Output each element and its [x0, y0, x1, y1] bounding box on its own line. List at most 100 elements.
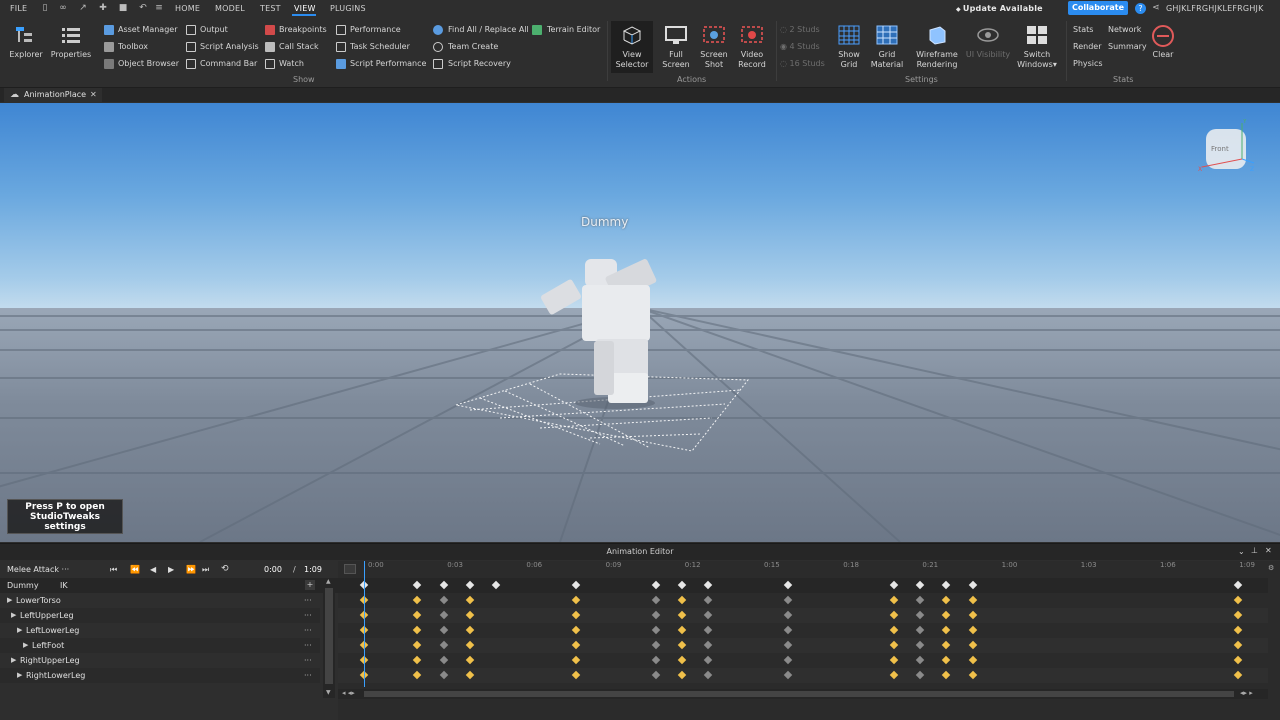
keyframe[interactable] [465, 580, 475, 590]
studs-16-option[interactable]: ◌ 16 Studs [780, 59, 825, 68]
keyframe[interactable] [571, 640, 581, 650]
eye-icon[interactable] [977, 25, 999, 45]
keyframe[interactable] [651, 625, 661, 635]
track-more-icon[interactable]: ··· [304, 623, 312, 638]
grid-material-button[interactable]: Grid Material [866, 50, 908, 70]
output-button[interactable]: Output [200, 25, 228, 34]
save-icon[interactable]: ■ [118, 3, 128, 13]
keyframe[interactable] [439, 610, 449, 620]
wireframe-icon[interactable] [926, 25, 948, 45]
keyframe[interactable] [465, 625, 475, 635]
team-create-button[interactable]: Team Create [448, 42, 498, 51]
keyframe[interactable] [571, 610, 581, 620]
keyframe[interactable] [439, 595, 449, 605]
keyframe[interactable] [968, 610, 978, 620]
close-icon[interactable]: ✕ [1265, 546, 1272, 555]
pin-icon[interactable]: ⊥ [1251, 546, 1258, 555]
end-time-input[interactable]: 1:09 [304, 562, 322, 577]
stats-button[interactable]: Stats [1073, 25, 1093, 34]
call-stack-button[interactable]: Call Stack [279, 42, 319, 51]
zoom-right-icon[interactable]: ◂▸ ▸ [1240, 689, 1253, 697]
keyframe[interactable] [491, 580, 501, 590]
keyframe[interactable] [783, 670, 793, 680]
keyframe[interactable] [703, 670, 713, 680]
update-available[interactable]: ◆ Update Available [956, 4, 1043, 13]
keyframe[interactable] [915, 610, 925, 620]
track-row[interactable]: ▶ LowerTorso ··· [0, 593, 320, 608]
dummy-character[interactable] [530, 253, 680, 413]
script-analysis-button[interactable]: Script Analysis [200, 42, 259, 51]
keyframe[interactable] [412, 595, 422, 605]
next-key-icon[interactable]: ⏩ [186, 562, 196, 577]
keyframe[interactable] [465, 610, 475, 620]
tab-test[interactable]: TEST [260, 4, 281, 13]
keyframe[interactable] [439, 655, 449, 665]
keyframe[interactable] [783, 655, 793, 665]
keyframe[interactable] [677, 640, 687, 650]
keyframe[interactable] [915, 625, 925, 635]
keyframe[interactable] [915, 655, 925, 665]
view-selector-button[interactable]: View Selector [611, 50, 653, 70]
keyframe[interactable] [677, 595, 687, 605]
keyframe[interactable] [941, 670, 951, 680]
clear-icon[interactable] [1151, 24, 1174, 47]
switch-windows-icon[interactable] [1026, 25, 1048, 45]
keyframe[interactable] [465, 640, 475, 650]
breakpoints-button[interactable]: Breakpoints [279, 25, 327, 34]
full-screen-icon[interactable] [665, 25, 687, 45]
keyframe[interactable] [1233, 580, 1243, 590]
command-bar-button[interactable]: Command Bar [200, 59, 257, 68]
object-browser-button[interactable]: Object Browser [118, 59, 179, 68]
track-more-icon[interactable]: ··· [304, 668, 312, 683]
keyframe[interactable] [1233, 595, 1243, 605]
keyframe[interactable] [968, 640, 978, 650]
skip-start-icon[interactable]: ⏮ [110, 562, 117, 577]
track-row[interactable]: ▶ LeftLowerLeg ··· [0, 623, 320, 638]
timeline-scroll-thumb[interactable] [364, 691, 1234, 697]
keyframe[interactable] [651, 670, 661, 680]
screenshot-icon[interactable] [703, 25, 725, 45]
find-replace-button[interactable]: Find All / Replace All [448, 25, 529, 34]
timeline-settings-icon[interactable]: ⚙ [1268, 564, 1274, 572]
loop-icon[interactable]: ⟲ [221, 562, 229, 577]
keyframe[interactable] [889, 670, 899, 680]
keyframe[interactable] [703, 640, 713, 650]
keyframe[interactable] [651, 595, 661, 605]
tab-home[interactable]: HOME [175, 4, 200, 13]
keyframe[interactable] [571, 625, 581, 635]
scroll-down-icon[interactable]: ▼ [326, 689, 331, 696]
keyframe[interactable] [783, 625, 793, 635]
keyframe[interactable] [1233, 625, 1243, 635]
keyframe[interactable] [941, 580, 951, 590]
keyframe[interactable] [968, 595, 978, 605]
keyframe[interactable] [465, 595, 475, 605]
clear-button[interactable]: Clear [1148, 50, 1178, 60]
add-track-icon[interactable]: + [305, 580, 315, 590]
new-file-icon[interactable]: ▯ [40, 3, 50, 13]
track-more-icon[interactable]: ··· [304, 653, 312, 668]
chevron-down-icon[interactable]: ⌄ [1238, 547, 1245, 556]
keyframe[interactable] [941, 595, 951, 605]
play-reverse-icon[interactable]: ◀ [150, 562, 156, 577]
studs-2-option[interactable]: ◌ 2 Studs [780, 25, 820, 34]
keyframe[interactable] [677, 625, 687, 635]
username[interactable]: GHJKLFRGHJKLEFRGHJK [1166, 4, 1264, 13]
expand-caret-icon[interactable]: ▶ [11, 608, 16, 623]
keyframe[interactable] [571, 595, 581, 605]
performance-button[interactable]: Performance [350, 25, 401, 34]
keyframe[interactable] [703, 580, 713, 590]
keyframe[interactable] [651, 580, 661, 590]
tab-animationplace[interactable]: ☁ AnimationPlace ✕ [4, 88, 102, 102]
full-screen-button[interactable]: Full Screen [656, 50, 696, 70]
keyframe[interactable] [703, 595, 713, 605]
script-recovery-button[interactable]: Script Recovery [448, 59, 511, 68]
view-cube[interactable]: Y Z X Front [1198, 118, 1258, 175]
keyframe[interactable] [941, 640, 951, 650]
collaborate-button[interactable]: Collaborate [1068, 1, 1128, 15]
keyframe[interactable] [889, 640, 899, 650]
open-binoculars-icon[interactable]: ∞ [58, 3, 68, 13]
playhead[interactable] [364, 561, 365, 687]
prev-key-icon[interactable]: ⏪ [130, 562, 140, 577]
scroll-up-icon[interactable]: ▲ [326, 578, 331, 585]
timeline-scrollbar[interactable]: ◂ ◂▸ ◂▸ ▸ [338, 689, 1268, 699]
